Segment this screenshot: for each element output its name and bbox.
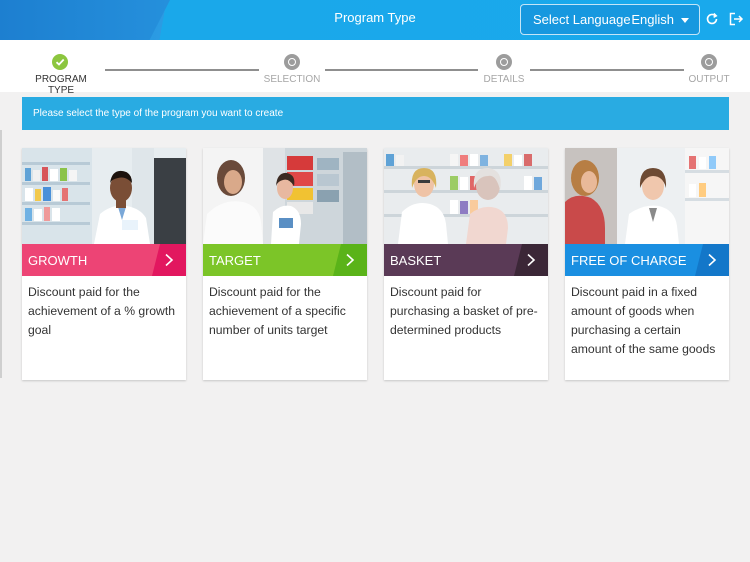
wizard-steps [0, 40, 750, 92]
chevron-right-icon[interactable] [333, 244, 367, 276]
card-description: Discount paid for the achievement of a %… [28, 285, 176, 337]
info-banner: Please select the type of the program yo… [22, 97, 729, 130]
card-header[interactable]: BASKET [384, 244, 548, 276]
card-header[interactable]: GROWTH [22, 244, 186, 276]
panel-edge [0, 130, 2, 378]
card-photo [565, 148, 729, 244]
step-pending-icon [284, 54, 300, 70]
chevron-right-icon[interactable] [695, 244, 729, 276]
program-card-growth[interactable]: GROWTH Discount paid for the achievement… [22, 148, 186, 380]
language-value: English [631, 12, 674, 27]
card-photo [203, 148, 367, 244]
language-label: Select Language [533, 12, 631, 27]
card-title: FREE OF CHARGE [571, 252, 687, 268]
step-label: DETAILS [483, 74, 525, 85]
card-description: Discount paid for the achievement of a s… [209, 285, 346, 337]
step-program-type[interactable]: PROGRAM TYPE [21, 54, 101, 96]
check-icon [52, 54, 68, 70]
step-connector [530, 69, 684, 71]
step-label: OUTPUT [688, 74, 730, 85]
card-title: GROWTH [28, 252, 88, 268]
program-card-basket[interactable]: BASKET Discount paid for purchasing a ba… [384, 148, 548, 380]
card-description: Discount paid in a fixed amount of goods… [571, 285, 716, 356]
refresh-icon[interactable] [704, 11, 720, 27]
step-pending-icon [496, 54, 512, 70]
chevron-down-icon [681, 17, 689, 23]
card-photo [22, 148, 186, 244]
card-title: TARGET [209, 252, 261, 268]
step-connector [105, 69, 259, 71]
step-label: PROGRAM TYPE [35, 74, 87, 96]
card-header[interactable]: TARGET [203, 244, 367, 276]
chevron-right-icon[interactable] [152, 244, 186, 276]
step-output[interactable]: OUTPUT [684, 54, 734, 85]
step-label: SELECTION [263, 74, 321, 85]
chevron-right-icon[interactable] [514, 244, 548, 276]
app-header: Program Type Select Language English [0, 0, 750, 40]
program-card-free-of-charge[interactable]: FREE OF CHARGE Discount paid in a fixed … [565, 148, 729, 380]
logout-icon[interactable] [728, 11, 744, 27]
step-connector [325, 69, 478, 71]
program-card-target[interactable]: TARGET Discount paid for the achievement… [203, 148, 367, 380]
language-dropdown[interactable]: English [631, 12, 689, 27]
card-title: BASKET [390, 252, 442, 268]
step-details[interactable]: DETAILS [474, 54, 534, 85]
card-description: Discount paid for purchasing a basket of… [390, 285, 538, 337]
card-photo [384, 148, 548, 244]
card-header[interactable]: FREE OF CHARGE [565, 244, 729, 276]
step-selection[interactable]: SELECTION [256, 54, 328, 85]
language-selector[interactable]: Select Language English [520, 4, 700, 35]
step-pending-icon [701, 54, 717, 70]
